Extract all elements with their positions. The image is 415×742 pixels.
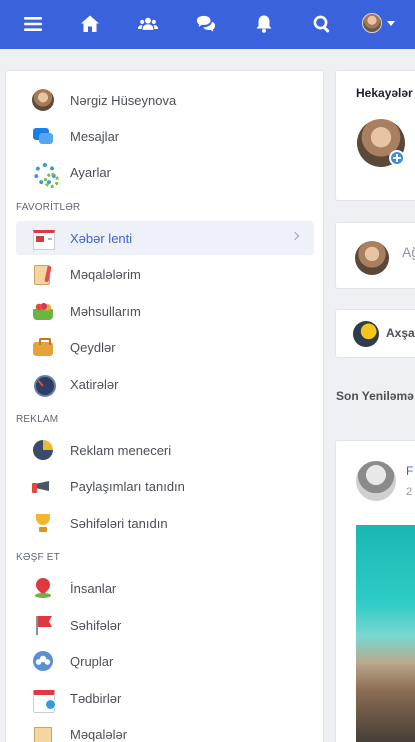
sidebar-item-my-articles[interactable]: Məqalələrim [16,257,314,291]
sidebar-item-profile[interactable]: Nərgiz Hüseynova [16,83,314,117]
latest-updates-label: Son Yeniləmə [336,389,414,403]
article-icon [32,263,54,285]
profile-avatar[interactable] [362,13,382,33]
sidebar-item-label: Qeydlər [70,339,116,355]
greeting-card: Axşa [335,309,415,358]
basket-icon [32,300,54,322]
sidebar-item-people[interactable]: İnsanlar [16,571,314,605]
sidebar-item-label: İnsanlar [70,580,117,596]
notifications-icon[interactable] [252,12,276,36]
sidebar-item-events[interactable]: Tədbirlər [16,681,314,715]
sidebar-item-my-products[interactable]: Məhsullarım [16,294,314,328]
sidebar-item-label: Səhifələr [70,617,122,633]
menu-icon[interactable] [21,12,45,36]
section-ads-title: REKLAM [16,414,59,425]
messages-icon[interactable] [194,12,218,36]
greeting-text: Axşa [386,326,415,340]
group-globe-icon [32,650,54,672]
sidebar-item-label: Tədbirlər [70,690,122,706]
post-author[interactable]: F [406,464,413,478]
pie-chart-icon [32,439,54,461]
sidebar-item-label: Ayarlar [70,164,111,180]
post-composer-card[interactable]: Ağ [335,222,415,289]
sidebar-item-memories[interactable]: Xatirələr [16,367,314,401]
sidebar-item-label: Qruplar [70,653,114,669]
friends-icon[interactable] [136,12,160,36]
top-navbar [0,0,415,49]
sidebar-item-promote-pages[interactable]: Səhifələri tanıdın [16,506,314,540]
trophy-icon [32,512,54,534]
search-icon[interactable] [310,12,334,36]
sidebar-item-ads-manager[interactable]: Reklam meneceri [16,433,314,467]
calendar-icon [32,687,56,713]
sidebar-item-notes[interactable]: Qeydlər [16,330,314,364]
section-favorites-title: FAVORİTLƏR [16,202,81,213]
newspaper-icon [32,227,55,250]
post-composer-placeholder[interactable]: Ağ [402,244,415,260]
sidebar-item-label: Paylaşımları tanıdın [70,478,185,494]
moon-icon [353,321,379,347]
briefcase-icon [32,336,54,358]
chevron-right-icon [290,231,300,241]
sidebar-item-label: Məhsullarım [70,303,141,319]
sidebar-item-label: Xəbər lenti [70,230,133,246]
person-pin-icon [32,577,54,599]
sidebar-item-label: Reklam meneceri [70,442,172,458]
flag-icon [32,614,54,636]
clock-icon [32,373,56,397]
sidebar-item-boost-posts[interactable]: Paylaşımları tanıdın [16,469,314,503]
gears-icon [32,161,59,188]
chevron-down-icon[interactable] [387,21,395,26]
home-icon[interactable] [78,12,102,36]
profile-name: Nərgiz Hüseynova [70,92,177,108]
sidebar-item-news-feed[interactable]: Xəbər lenti [16,221,314,255]
sidebar-item-label: Mesajlar [70,128,120,144]
post-timestamp: 2 [406,486,413,498]
megaphone-icon [32,475,54,497]
sidebar-item-articles[interactable]: Məqalələr [16,717,314,742]
sidebar-item-label: Səhifələri tanıdın [70,515,168,531]
stories-card: Hekayələr [335,70,415,201]
section-explore-title: KƏŞF ET [16,552,60,563]
sidebar-item-pages[interactable]: Səhifələr [16,608,314,642]
author-avatar[interactable] [356,461,396,501]
sidebar-item-label: Xatirələr [70,376,119,392]
article-icon [32,723,54,742]
sidebar-item-groups[interactable]: Qruplar [16,644,314,678]
sidebar-item-label: Məqalələrim [70,266,141,282]
stories-title: Hekayələr [356,86,413,100]
user-avatar [32,89,54,111]
add-story-icon[interactable] [389,150,405,166]
sidebar-item-messages[interactable]: Mesajlar [16,119,314,153]
left-sidebar: Nərgiz Hüseynova Mesajlar Ayarlar FAVORİ… [5,70,324,742]
post-card: F 2 [335,440,415,742]
sidebar-item-label: Məqalələr [70,726,128,742]
chat-bubbles-icon [32,125,54,147]
post-image[interactable] [356,525,415,742]
user-avatar [355,241,389,275]
sidebar-item-settings[interactable]: Ayarlar [16,155,314,189]
